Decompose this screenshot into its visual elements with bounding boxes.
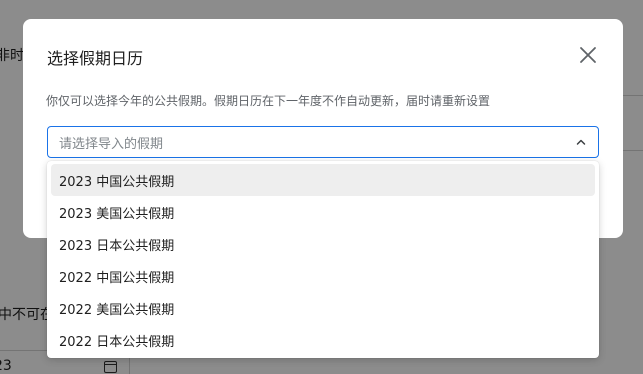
- dropdown-option[interactable]: 2022 日本公共假期: [51, 324, 595, 356]
- select-placeholder: 请选择导入的假期: [59, 136, 164, 152]
- holiday-dropdown-list: 2023 中国公共假期 2023 美国公共假期 2023 日本公共假期 2022…: [47, 161, 599, 358]
- chevron-up-icon: [575, 136, 587, 148]
- close-button[interactable]: [576, 43, 600, 67]
- dropdown-option[interactable]: 2023 中国公共假期: [51, 164, 595, 196]
- dropdown-option[interactable]: 2023 美国公共假期: [51, 196, 595, 228]
- dialog-description: 你仅可以选择今年的公共假期。假期日历在下一年度不作自动更新，届时请重新设置: [46, 94, 491, 108]
- close-icon: [580, 47, 596, 63]
- dropdown-option[interactable]: 2022 中国公共假期: [51, 260, 595, 292]
- dropdown-option[interactable]: 2022 美国公共假期: [51, 292, 595, 324]
- dropdown-option[interactable]: 2023 日本公共假期: [51, 228, 595, 260]
- dialog-title: 选择假期日历: [47, 49, 144, 68]
- holiday-select[interactable]: 请选择导入的假期: [47, 126, 599, 158]
